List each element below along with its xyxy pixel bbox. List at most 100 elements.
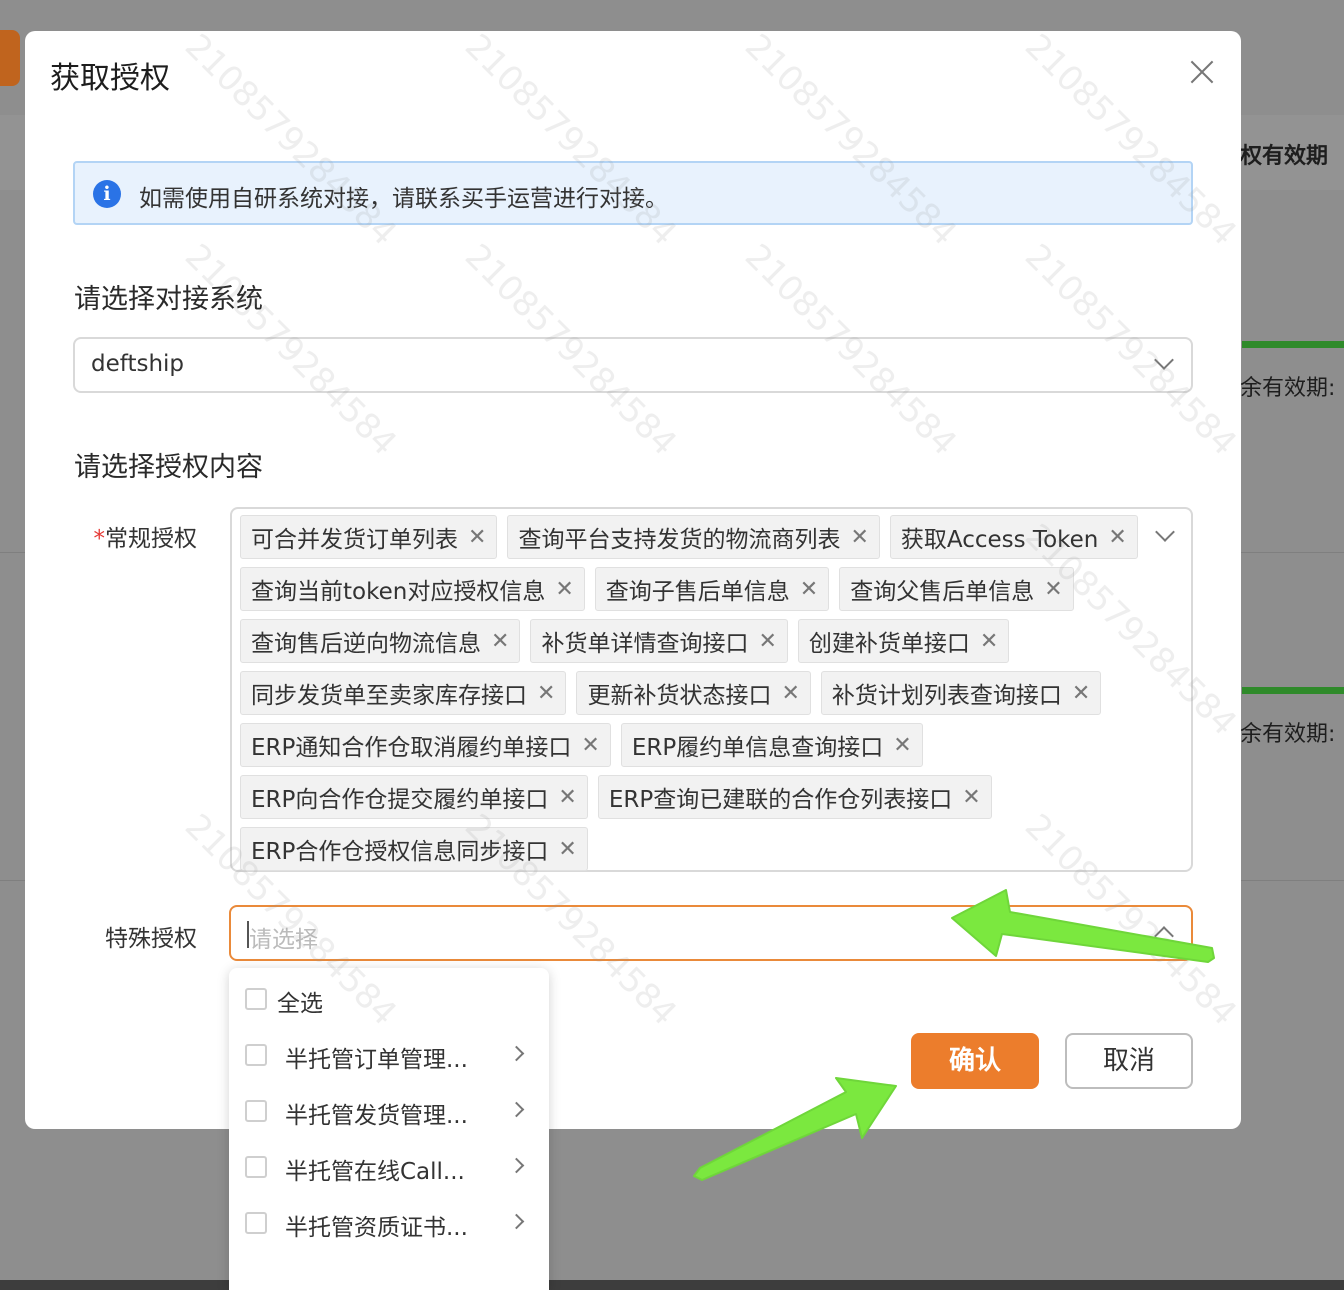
auth-tag: 查询售后逆向物流信息 ✕: [240, 619, 521, 663]
required-marker: *: [93, 526, 106, 552]
background-row-text: 余有效期:: [1240, 722, 1336, 747]
auth-tag-label: 查询父售后单信息: [850, 579, 1035, 605]
checkbox[interactable]: [245, 988, 267, 1010]
remove-tag-icon[interactable]: ✕: [781, 681, 799, 706]
remove-tag-icon[interactable]: ✕: [962, 785, 980, 810]
chevron-right-icon: [508, 1101, 525, 1118]
system-section-label: 请选择对接系统: [74, 284, 263, 315]
checkbox[interactable]: [245, 1044, 267, 1066]
chevron-down-icon: [1154, 350, 1174, 370]
auth-tag-label: ERP通知合作仓取消履约单接口: [251, 735, 572, 761]
auth-tag: ERP通知合作仓取消履约单接口 ✕: [240, 723, 611, 767]
checkbox[interactable]: [245, 1156, 267, 1178]
auth-tag: 查询平台支持发货的物流商列表 ✕: [507, 515, 880, 559]
confirm-button[interactable]: 确认: [911, 1033, 1039, 1089]
special-auth-select[interactable]: 请选择: [229, 905, 1193, 961]
background-row-text: 余有效期:: [1240, 376, 1336, 401]
checkbox[interactable]: [245, 1100, 267, 1122]
remove-tag-icon[interactable]: ✕: [850, 525, 868, 550]
special-auth-placeholder: 请选择: [249, 927, 318, 953]
special-auth-label: 特殊授权: [105, 926, 197, 952]
system-select-value: deftship: [91, 351, 185, 377]
dropdown-item-label: 全选: [277, 991, 323, 1017]
dropdown-item-label: 半托管订单管理...: [285, 1047, 468, 1073]
remove-tag-icon[interactable]: ✕: [1072, 681, 1090, 706]
content-section-label: 请选择授权内容: [74, 452, 263, 483]
system-select[interactable]: deftship: [73, 337, 1193, 393]
remove-tag-icon[interactable]: ✕: [1044, 577, 1062, 602]
remove-tag-icon[interactable]: ✕: [800, 577, 818, 602]
text-caret: [247, 921, 249, 948]
chevron-up-icon: [1154, 926, 1174, 946]
remove-tag-icon[interactable]: ✕: [980, 629, 998, 654]
auth-tag-label: ERP查询已建联的合作仓列表接口: [608, 787, 953, 813]
special-auth-dropdown: 全选 半托管订单管理... 半托管发货管理... 半托管在线Call... 半托…: [229, 968, 549, 1290]
dropdown-item-label: 半托管发货管理...: [285, 1103, 468, 1129]
auth-tag-label: 查询当前token对应授权信息: [251, 579, 546, 605]
cancel-button[interactable]: 取消: [1065, 1033, 1193, 1089]
auth-tag-label: 同步发货单至卖家库存接口: [251, 683, 527, 709]
background-header-text: 权有效期: [1240, 144, 1329, 169]
regular-auth-label-text: 常规授权: [105, 526, 197, 552]
auth-tag-label: 查询平台支持发货的物流商列表: [518, 527, 841, 553]
auth-tag-label: 获取Access Token: [900, 527, 1099, 553]
remove-tag-icon[interactable]: ✕: [491, 629, 509, 654]
auth-tag: 更新补货状态接口 ✕: [576, 671, 811, 715]
chevron-right-icon: [508, 1213, 525, 1230]
modal-title: 获取授权: [50, 61, 170, 96]
regular-auth-multiselect[interactable]: 可合并发货订单列表 ✕ 查询平台支持发货的物流商列表 ✕ 获取Access Token ✕…: [230, 507, 1193, 872]
auth-tag-label: ERP向合作仓提交履约单接口: [251, 787, 549, 813]
background-progress-bar: [1242, 341, 1344, 348]
dropdown-item-label: 半托管在线Call...: [285, 1159, 465, 1185]
remove-tag-icon[interactable]: ✕: [558, 837, 576, 862]
dropdown-item[interactable]: 半托管在线Call...: [229, 1140, 549, 1192]
auth-tag: 同步发货单至卖家库存接口 ✕: [240, 671, 567, 715]
dropdown-item[interactable]: 半托管发货管理...: [229, 1084, 549, 1136]
regular-auth-tags: 可合并发货订单列表 ✕ 查询平台支持发货的物流商列表 ✕ 获取Access Token ✕…: [240, 515, 1150, 871]
background-orange-tab: [0, 30, 20, 86]
auth-tag-label: ERP履约单信息查询接口: [631, 735, 884, 761]
auth-tag-label: 查询售后逆向物流信息: [251, 631, 481, 657]
auth-tag: 查询子售后单信息 ✕: [594, 567, 830, 611]
auth-tag: ERP查询已建联的合作仓列表接口 ✕: [597, 775, 992, 819]
auth-tag-label: ERP合作仓授权信息同步接口: [251, 839, 549, 865]
auth-tag-label: 查询子售后单信息: [605, 579, 790, 605]
auth-tag: ERP合作仓授权信息同步接口 ✕: [240, 827, 588, 871]
auth-tag: ERP履约单信息查询接口 ✕: [620, 723, 923, 767]
remove-tag-icon[interactable]: ✕: [558, 785, 576, 810]
remove-tag-icon[interactable]: ✕: [893, 733, 911, 758]
remove-tag-icon[interactable]: ✕: [468, 525, 486, 550]
checkbox[interactable]: [245, 1212, 267, 1234]
info-notice: i 如需使用自研系统对接，请联系买手运营进行对接。: [73, 161, 1193, 225]
background-bottom-bar: [0, 1280, 1344, 1290]
regular-auth-label: *常规授权: [67, 519, 198, 553]
auth-tag: 查询当前token对应授权信息 ✕: [240, 567, 585, 611]
auth-tag: 补货计划列表查询接口 ✕: [820, 671, 1102, 715]
auth-tag: 查询父售后单信息 ✕: [839, 567, 1074, 611]
background-progress-bar: [1242, 687, 1344, 694]
dropdown-item-label: 半托管资质证书...: [285, 1215, 468, 1241]
remove-tag-icon[interactable]: ✕: [537, 681, 555, 706]
auth-tag-label: 创建补货单接口: [808, 631, 970, 657]
auth-tag: 补货单详情查询接口 ✕: [530, 619, 788, 663]
auth-tag-label: 补货单详情查询接口: [541, 631, 749, 657]
notice-text: 如需使用自研系统对接，请联系买手运营进行对接。: [139, 186, 668, 212]
auth-tag: ERP向合作仓提交履约单接口 ✕: [240, 775, 588, 819]
remove-tag-icon[interactable]: ✕: [758, 629, 776, 654]
info-icon: i: [93, 180, 121, 208]
remove-tag-icon[interactable]: ✕: [555, 577, 573, 602]
auth-tag: 可合并发货订单列表 ✕: [240, 515, 498, 559]
remove-tag-icon[interactable]: ✕: [1108, 525, 1126, 550]
chevron-down-icon: [1155, 522, 1175, 542]
chevron-right-icon: [508, 1045, 525, 1062]
auth-tag: 获取Access Token ✕: [889, 515, 1138, 559]
dropdown-select-all[interactable]: 全选: [229, 972, 549, 1024]
close-icon[interactable]: [1185, 55, 1219, 89]
auth-tag-label: 更新补货状态接口: [587, 683, 772, 709]
dropdown-item[interactable]: 半托管订单管理...: [229, 1028, 549, 1080]
remove-tag-icon[interactable]: ✕: [581, 733, 599, 758]
dropdown-item[interactable]: 半托管资质证书...: [229, 1196, 549, 1248]
auth-tag-label: 可合并发货订单列表: [251, 527, 458, 553]
auth-tag-label: 补货计划列表查询接口: [831, 683, 1062, 709]
authorization-modal: 获取授权 i 如需使用自研系统对接，请联系买手运营进行对接。 请选择对接系统 d…: [25, 31, 1241, 1129]
